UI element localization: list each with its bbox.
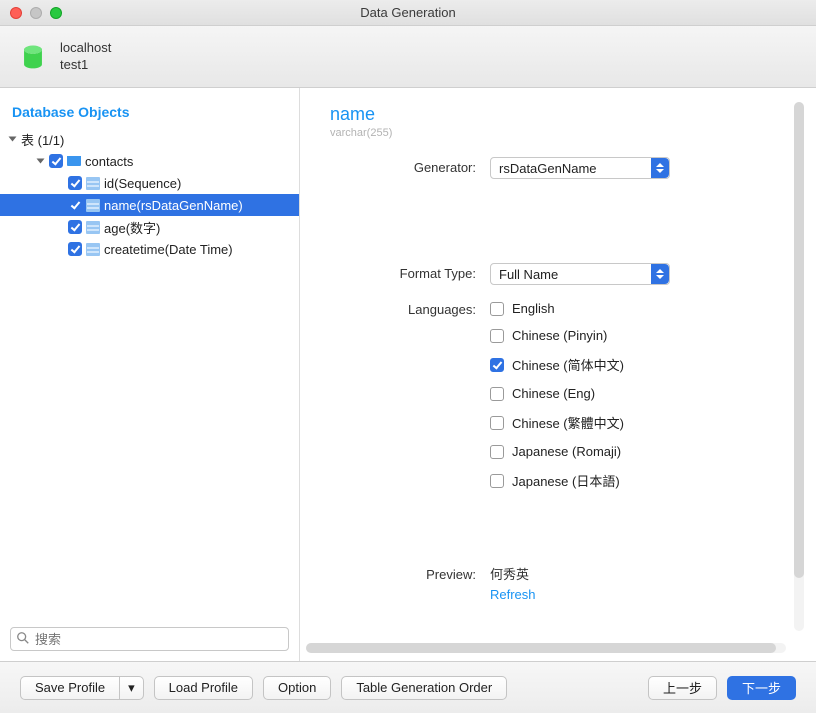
language-label: Chinese (Pinyin) bbox=[512, 328, 607, 343]
horizontal-scrollbar[interactable] bbox=[306, 643, 786, 653]
language-option[interactable]: Chinese (简体中文) bbox=[490, 355, 786, 374]
zoom-icon[interactable] bbox=[50, 7, 62, 19]
checkbox[interactable] bbox=[490, 416, 504, 430]
connection-database: test1 bbox=[60, 57, 111, 73]
search-icon bbox=[16, 631, 30, 645]
language-option[interactable]: Chinese (繁體中文) bbox=[490, 413, 786, 432]
language-option[interactable]: English bbox=[490, 301, 786, 316]
field-type: varchar(255) bbox=[330, 127, 786, 139]
checkbox[interactable] bbox=[68, 242, 82, 256]
preview-value: 何秀英 bbox=[490, 564, 786, 583]
window-title: Data Generation bbox=[0, 5, 816, 20]
label-format-type: Format Type: bbox=[330, 263, 490, 281]
connection-host: localhost bbox=[60, 40, 111, 56]
footer: Save Profile ▾ Load Profile Option Table… bbox=[0, 661, 816, 713]
column-icon bbox=[86, 243, 100, 256]
settings-panel: name varchar(255) Generator: rsDataGenNa… bbox=[300, 88, 816, 661]
tree-table[interactable]: contacts bbox=[0, 150, 299, 172]
column-icon bbox=[86, 177, 100, 190]
database-icon bbox=[20, 44, 46, 70]
checkbox[interactable] bbox=[49, 154, 63, 168]
chevron-down-icon[interactable] bbox=[37, 159, 45, 164]
checkbox[interactable] bbox=[490, 329, 504, 343]
checkbox[interactable] bbox=[490, 358, 504, 372]
titlebar: Data Generation bbox=[0, 0, 816, 26]
column-icon bbox=[86, 221, 100, 234]
language-label: Japanese (Romaji) bbox=[512, 444, 621, 459]
checkbox[interactable] bbox=[490, 302, 504, 316]
select-arrow-icon bbox=[651, 158, 669, 178]
tree-column-label: createtime(Date Time) bbox=[104, 242, 233, 257]
language-label: Chinese (繁體中文) bbox=[512, 413, 624, 432]
search-wrap bbox=[0, 617, 299, 661]
close-icon[interactable] bbox=[10, 7, 22, 19]
connection-header: localhost test1 bbox=[0, 26, 816, 88]
tree-column-label: age(数字) bbox=[104, 218, 160, 237]
window-traffic-lights bbox=[10, 7, 62, 19]
checkbox[interactable] bbox=[490, 474, 504, 488]
label-generator: Generator: bbox=[330, 157, 490, 175]
format-type-select[interactable]: Full Name bbox=[490, 263, 670, 285]
language-label: Japanese (日本語) bbox=[512, 471, 620, 490]
tree-root-label: 表 (1/1) bbox=[21, 130, 64, 149]
tree-column[interactable]: age(数字) bbox=[0, 216, 299, 238]
object-tree: 表 (1/1) contacts id(Sequence) name(rsData… bbox=[0, 128, 299, 260]
vertical-scrollbar[interactable] bbox=[794, 102, 804, 631]
tree-table-label: contacts bbox=[85, 154, 133, 169]
sidebar-heading: Database Objects bbox=[0, 96, 299, 128]
generator-value: rsDataGenName bbox=[499, 161, 597, 176]
load-profile-button[interactable]: Load Profile bbox=[154, 676, 253, 700]
tree-root[interactable]: 表 (1/1) bbox=[0, 128, 299, 150]
save-profile-group: Save Profile ▾ bbox=[20, 676, 144, 700]
language-label: Chinese (Eng) bbox=[512, 386, 595, 401]
column-icon bbox=[86, 199, 100, 212]
checkbox[interactable] bbox=[490, 445, 504, 459]
refresh-link[interactable]: Refresh bbox=[490, 587, 536, 602]
field-name: name bbox=[330, 104, 786, 125]
language-label: English bbox=[512, 301, 555, 316]
checkbox[interactable] bbox=[68, 198, 82, 212]
main-area: Database Objects 表 (1/1) contacts id(Seq… bbox=[0, 88, 816, 661]
scroll-thumb[interactable] bbox=[306, 643, 776, 653]
tree-column[interactable]: id(Sequence) bbox=[0, 172, 299, 194]
checkbox[interactable] bbox=[68, 220, 82, 234]
checkbox[interactable] bbox=[490, 387, 504, 401]
format-type-value: Full Name bbox=[499, 267, 558, 282]
language-option[interactable]: Chinese (Pinyin) bbox=[490, 328, 786, 343]
save-profile-button[interactable]: Save Profile bbox=[20, 676, 119, 700]
generator-select[interactable]: rsDataGenName bbox=[490, 157, 670, 179]
connection-info: localhost test1 bbox=[60, 40, 111, 73]
language-option[interactable]: Chinese (Eng) bbox=[490, 386, 786, 401]
minimize-icon[interactable] bbox=[30, 7, 42, 19]
label-preview: Preview: bbox=[330, 564, 490, 582]
label-languages: Languages: bbox=[330, 299, 490, 317]
select-arrow-icon bbox=[651, 264, 669, 284]
tree-column-label: name(rsDataGenName) bbox=[104, 198, 243, 213]
scroll-thumb[interactable] bbox=[794, 102, 804, 578]
language-list: English Chinese (Pinyin) Chinese (简体中文) Chi… bbox=[490, 299, 786, 490]
table-generation-order-button[interactable]: Table Generation Order bbox=[341, 676, 507, 700]
next-button[interactable]: 下一步 bbox=[727, 676, 796, 700]
save-profile-menu-button[interactable]: ▾ bbox=[119, 676, 144, 700]
table-icon bbox=[67, 154, 81, 168]
chevron-down-icon[interactable] bbox=[9, 137, 17, 142]
option-button[interactable]: Option bbox=[263, 676, 331, 700]
language-label: Chinese (简体中文) bbox=[512, 355, 624, 374]
checkbox[interactable] bbox=[68, 176, 82, 190]
tree-column-label: id(Sequence) bbox=[104, 176, 181, 191]
language-option[interactable]: Japanese (Romaji) bbox=[490, 444, 786, 459]
tree-column[interactable]: createtime(Date Time) bbox=[0, 238, 299, 260]
prev-button[interactable]: 上一步 bbox=[648, 676, 717, 700]
tree-column[interactable]: name(rsDataGenName) bbox=[0, 194, 299, 216]
search-input[interactable] bbox=[10, 627, 289, 651]
sidebar: Database Objects 表 (1/1) contacts id(Seq… bbox=[0, 88, 300, 661]
language-option[interactable]: Japanese (日本語) bbox=[490, 471, 786, 490]
